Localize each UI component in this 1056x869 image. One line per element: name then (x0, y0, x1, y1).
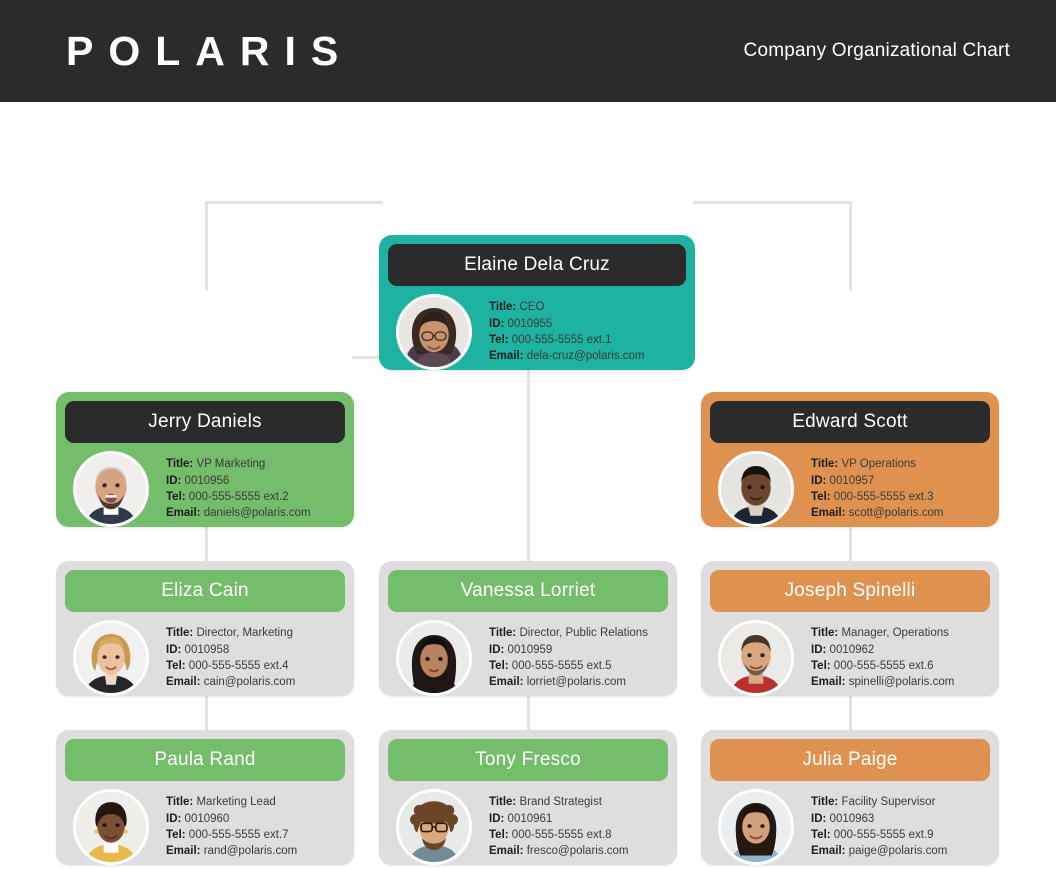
detail-title: Title: Director, Marketing (166, 627, 293, 640)
org-node-vp-marketing[interactable]: Jerry Daniels Title: VP Marketing ID: 00… (56, 392, 354, 527)
detail-id: ID: 0010960 (166, 812, 230, 825)
org-node-manager-operations-body: Title: Manager, Operations ID: 0010962 T… (710, 612, 990, 700)
org-node-ceo-name: Elaine Dela Cruz (388, 244, 686, 286)
org-node-vp-operations-details: Title: VP Operations ID: 0010957 Tel: 00… (811, 456, 943, 521)
avatar-photo-paula-rand (73, 789, 149, 865)
detail-email: Email: daniels@polaris.com (166, 507, 311, 520)
org-node-brand-strategist-body: Title: Brand Strategist ID: 0010961 Tel:… (388, 781, 668, 869)
org-node-marketing-lead-name: Paula Rand (65, 739, 345, 781)
connector-vp-marketing-to-director-pr-vertical (527, 356, 530, 562)
avatar-photo-eliza-cain (73, 620, 149, 696)
org-node-vp-operations[interactable]: Edward Scott Title: VP Operations ID: 00… (701, 392, 999, 527)
detail-id: ID: 0010963 (811, 812, 875, 825)
connector-ceo-to-vp-operations-horizontal (693, 201, 852, 204)
detail-id: ID: 0010962 (811, 643, 875, 656)
org-node-manager-operations-details: Title: Manager, Operations ID: 0010962 T… (811, 625, 954, 690)
org-node-vp-marketing-body: Title: VP Marketing ID: 0010956 Tel: 000… (65, 443, 345, 531)
org-node-ceo-body: Title: CEO ID: 0010955 Tel: 000-555-5555… (388, 286, 686, 374)
connector-ceo-to-vp-marketing-vertical (205, 201, 208, 290)
org-node-brand-strategist[interactable]: Tony Fresco Title: Brand Strategist ID: … (379, 730, 677, 865)
app-header: POLARIS Company Organizational Chart (0, 0, 1056, 102)
avatar-photo-edward-scott (718, 451, 794, 527)
avatar-photo-jerry-daniels (73, 451, 149, 527)
detail-title: Title: CEO (489, 301, 545, 314)
detail-tel: Tel: 000-555-5555 ext.9 (811, 829, 934, 841)
detail-email: Email: cain@polaris.com (166, 676, 296, 689)
detail-tel: Tel: 000-555-5555 ext.1 (489, 334, 612, 346)
org-node-vp-operations-body: Title: VP Operations ID: 0010957 Tel: 00… (710, 443, 990, 531)
detail-title: Title: Director, Public Relations (489, 627, 648, 640)
detail-email: Email: paige@polaris.com (811, 845, 948, 858)
connector-ceo-to-vp-operations-vertical (849, 201, 852, 290)
detail-id: ID: 0010959 (489, 643, 553, 656)
detail-email: Email: scott@polaris.com (811, 507, 944, 520)
detail-tel: Tel: 000-555-5555 ext.8 (489, 829, 612, 841)
detail-title: Title: Brand Strategist (489, 796, 602, 809)
brand-logo-polaris: POLARIS (66, 27, 354, 74)
org-node-brand-strategist-name: Tony Fresco (388, 739, 668, 781)
connector-ceo-to-vp-marketing-horizontal (205, 201, 383, 204)
org-node-director-marketing[interactable]: Eliza Cain Title: Director, Marketing ID… (56, 561, 354, 696)
org-node-ceo[interactable]: Elaine Dela Cruz Title: CEO ID: 0010955 … (379, 235, 695, 370)
connector-vp-operations-to-manager-operations (849, 526, 852, 562)
detail-email: Email: lorriet@polaris.com (489, 676, 626, 689)
detail-id: ID: 0010956 (166, 474, 230, 487)
org-node-facility-supervisor-details: Title: Facility Supervisor ID: 0010963 T… (811, 794, 947, 859)
detail-title: Title: Facility Supervisor (811, 796, 936, 809)
header-subtitle: Company Organizational Chart (743, 40, 1010, 61)
org-node-facility-supervisor[interactable]: Julia Paige Title: Facility Supervisor I… (701, 730, 999, 865)
org-node-director-marketing-details: Title: Director, Marketing ID: 0010958 T… (166, 625, 295, 690)
detail-email: Email: fresco@polaris.com (489, 845, 629, 858)
avatar-photo-elaine-dela-cruz (396, 294, 472, 370)
connector-director-pr-to-brand-strategist (527, 695, 530, 731)
detail-id: ID: 0010958 (166, 643, 230, 656)
detail-title: Title: Manager, Operations (811, 627, 949, 640)
avatar-photo-vanessa-lorriet (396, 620, 472, 696)
org-node-manager-operations-name: Joseph Spinelli (710, 570, 990, 612)
detail-email: Email: rand@polaris.com (166, 845, 298, 858)
detail-tel: Tel: 000-555-5555 ext.6 (811, 660, 934, 672)
org-node-marketing-lead[interactable]: Paula Rand Title: Marketing Lead ID: 001… (56, 730, 354, 865)
org-chart-canvas: Elaine Dela Cruz Title: CEO ID: 0010955 … (0, 102, 1056, 865)
avatar-photo-tony-fresco (396, 789, 472, 865)
org-node-director-pr[interactable]: Vanessa Lorriet Title: Director, Public … (379, 561, 677, 696)
connector-vp-marketing-to-director-marketing (205, 526, 208, 562)
org-node-vp-marketing-name: Jerry Daniels (65, 401, 345, 443)
detail-title: Title: VP Marketing (166, 458, 266, 471)
org-node-marketing-lead-details: Title: Marketing Lead ID: 0010960 Tel: 0… (166, 794, 297, 859)
org-node-facility-supervisor-body: Title: Facility Supervisor ID: 0010963 T… (710, 781, 990, 869)
connector-manager-operations-to-facility-supervisor (849, 695, 852, 731)
detail-id: ID: 0010955 (489, 317, 553, 330)
org-node-director-marketing-body: Title: Director, Marketing ID: 0010958 T… (65, 612, 345, 700)
org-node-director-pr-name: Vanessa Lorriet (388, 570, 668, 612)
detail-tel: Tel: 000-555-5555 ext.2 (166, 491, 289, 503)
org-node-director-pr-details: Title: Director, Public Relations ID: 00… (489, 625, 648, 690)
org-node-director-marketing-name: Eliza Cain (65, 570, 345, 612)
avatar-photo-joseph-spinelli (718, 620, 794, 696)
org-node-facility-supervisor-name: Julia Paige (710, 739, 990, 781)
detail-title: Title: Marketing Lead (166, 796, 276, 809)
detail-email: Email: dela-cruz@polaris.com (489, 350, 645, 363)
detail-email: Email: spinelli@polaris.com (811, 676, 955, 689)
org-node-marketing-lead-body: Title: Marketing Lead ID: 0010960 Tel: 0… (65, 781, 345, 869)
detail-tel: Tel: 000-555-5555 ext.7 (166, 829, 289, 841)
org-node-vp-operations-name: Edward Scott (710, 401, 990, 443)
org-node-director-pr-body: Title: Director, Public Relations ID: 00… (388, 612, 668, 700)
detail-tel: Tel: 000-555-5555 ext.4 (166, 660, 289, 672)
detail-tel: Tel: 000-555-5555 ext.5 (489, 660, 612, 672)
detail-id: ID: 0010957 (811, 474, 875, 487)
connector-director-marketing-to-marketing-lead (205, 695, 208, 731)
org-node-brand-strategist-details: Title: Brand Strategist ID: 0010961 Tel:… (489, 794, 629, 859)
detail-title: Title: VP Operations (811, 458, 917, 471)
detail-id: ID: 0010961 (489, 812, 553, 825)
org-node-ceo-details: Title: CEO ID: 0010955 Tel: 000-555-5555… (489, 299, 645, 364)
avatar-photo-julia-paige (718, 789, 794, 865)
org-node-vp-marketing-details: Title: VP Marketing ID: 0010956 Tel: 000… (166, 456, 311, 521)
detail-tel: Tel: 000-555-5555 ext.3 (811, 491, 934, 503)
org-node-manager-operations[interactable]: Joseph Spinelli Title: Manager, Operatio… (701, 561, 999, 696)
